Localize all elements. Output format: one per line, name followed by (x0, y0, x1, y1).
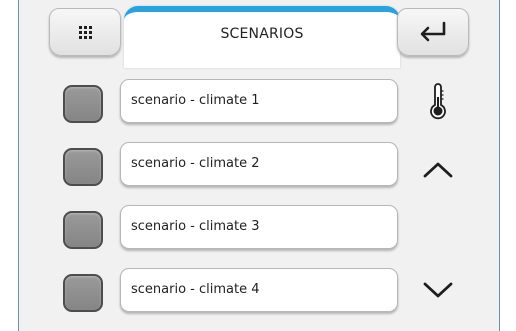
chevron-up-icon (423, 162, 453, 178)
page-title: SCENARIOS (220, 26, 304, 42)
title-tab: SCENARIOS (124, 6, 400, 68)
thermometer-icon (418, 82, 458, 122)
menu-button[interactable] (49, 8, 121, 56)
top-bar: SCENARIOS (19, 0, 499, 68)
scenario-row: scenario - climate 3 (19, 205, 499, 249)
scenario-checkbox[interactable] (63, 148, 103, 186)
scenario-label: scenario - climate 1 (131, 93, 260, 108)
scenario-button[interactable]: scenario - climate 3 (120, 205, 398, 249)
scenario-checkbox[interactable] (63, 85, 103, 123)
scroll-up-button[interactable] (418, 150, 458, 190)
chevron-down-icon (423, 282, 453, 298)
scenario-button[interactable]: scenario - climate 2 (120, 142, 398, 186)
scenario-label: scenario - climate 4 (131, 282, 260, 297)
scenario-label: scenario - climate 3 (131, 219, 260, 234)
scenario-checkbox[interactable] (63, 274, 103, 312)
scenarios-screen: SCENARIOS scenario - climate 1 scenario … (18, 0, 500, 331)
scenario-button[interactable]: scenario - climate 1 (120, 79, 398, 123)
scenario-button[interactable]: scenario - climate 4 (120, 268, 398, 312)
scenario-label: scenario - climate 2 (131, 156, 260, 171)
scenario-checkbox[interactable] (63, 211, 103, 249)
back-button[interactable] (397, 8, 469, 56)
grid-menu-icon (78, 25, 92, 39)
scroll-down-button[interactable] (418, 270, 458, 310)
return-arrow-icon (420, 21, 446, 42)
